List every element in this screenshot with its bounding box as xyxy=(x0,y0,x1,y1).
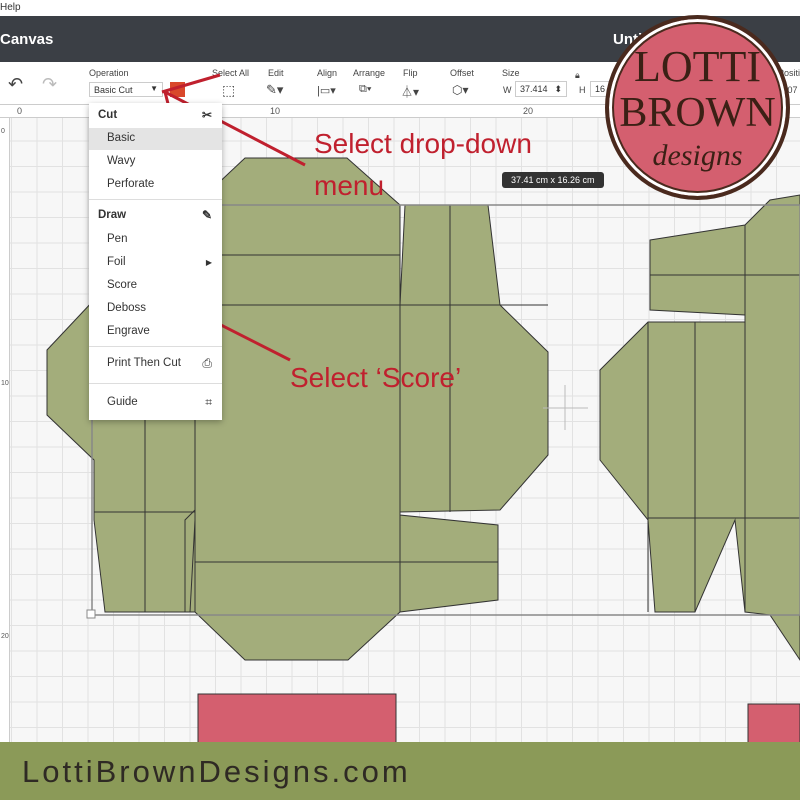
foil-label: Foil xyxy=(107,256,126,268)
printer-icon: ⎙ xyxy=(202,356,212,370)
draw-label: Draw xyxy=(98,209,127,221)
dimension-tooltip: 37.41 cm x 16.26 cm xyxy=(502,172,604,188)
lotti-brown-logo: LOTTI BROWN designs xyxy=(605,15,790,200)
crosshair-icon xyxy=(543,385,588,430)
print-then-cut-label: Print Then Cut xyxy=(107,357,181,369)
menu-item-foil[interactable]: Foil ▶ xyxy=(89,252,222,274)
menu-header-draw: Draw ✎ xyxy=(89,205,222,227)
menu-item-deboss[interactable]: Deboss xyxy=(89,298,222,320)
footer-banner: LottiBrownDesigns.com xyxy=(0,742,800,800)
menu-item-wavy[interactable]: Wavy xyxy=(89,151,222,173)
menu-item-perforate[interactable]: Perforate xyxy=(89,174,222,196)
operation-menu: Cut ✂ Basic Wavy Perforate Draw ✎ Pen Foil… xyxy=(89,103,222,420)
cut-label: Cut xyxy=(98,109,118,121)
annotation-score: Select ‘Score’ xyxy=(290,362,462,393)
pink-shape xyxy=(197,693,397,745)
box-flap xyxy=(399,204,549,513)
menu-item-score[interactable]: Score xyxy=(89,275,222,297)
guide-icon: ⌗ xyxy=(205,395,212,409)
menu-item-engrave[interactable]: Engrave xyxy=(89,321,222,343)
chevron-right-icon: ▶ xyxy=(205,258,212,267)
logo-text: designs xyxy=(652,139,743,172)
menu-item-print-then-cut[interactable]: Print Then Cut ⎙ xyxy=(89,353,222,375)
pink-shape xyxy=(747,703,800,745)
footer-website: LottiBrownDesigns.com xyxy=(22,754,411,789)
box-template-right xyxy=(599,194,800,661)
divider xyxy=(89,199,222,200)
divider xyxy=(89,346,222,347)
menu-item-guide[interactable]: Guide ⌗ xyxy=(89,392,222,414)
selection-handle xyxy=(86,609,96,619)
menu-header-cut: Cut ✂ xyxy=(89,105,222,127)
annotation-dropdown-line1: Select drop-down xyxy=(314,128,532,159)
pen-icon: ✎ xyxy=(201,208,212,222)
scissors-icon: ✂ xyxy=(201,108,212,122)
menu-item-basic[interactable]: Basic xyxy=(89,128,222,150)
annotation-dropdown-line2: menu xyxy=(314,170,385,201)
guide-label: Guide xyxy=(107,396,138,408)
logo-text: LOTTI xyxy=(633,42,762,91)
divider xyxy=(89,383,222,384)
logo-text: BROWN xyxy=(619,90,776,136)
menu-item-pen[interactable]: Pen xyxy=(89,229,222,251)
